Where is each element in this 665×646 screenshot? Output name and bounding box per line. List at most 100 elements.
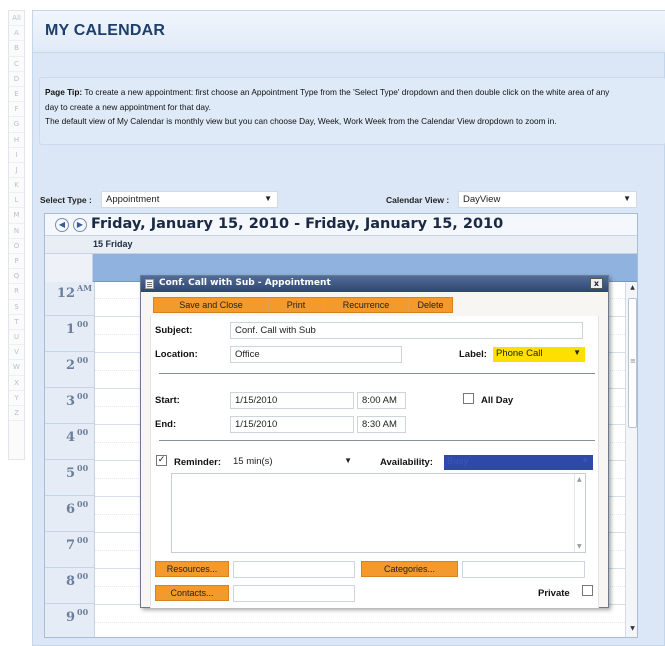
alphabet-letter[interactable]: V [9,345,24,361]
hour-number: 1 [65,322,75,337]
calendar-view-dropdown[interactable]: DayView ▼ [458,191,637,208]
notes-textarea[interactable]: ▲ ▼ [171,473,586,553]
tip-line-1: Page Tip: To create a new appointment: f… [45,87,609,97]
end-date-field[interactable]: 1/15/2010 [230,416,354,433]
alphabet-letter[interactable]: K [9,178,24,194]
hour-suffix: 00 [77,391,89,401]
all-day-label: All Day [481,395,514,406]
end-time-field[interactable]: 8:30 AM [357,416,406,433]
hour-suffix: 00 [77,499,89,509]
hour-label: 3 00 [45,388,95,424]
start-time-field[interactable]: 8:00 AM [357,392,406,409]
chevron-down-icon: ▼ [264,194,272,203]
delete-button[interactable]: Delete [409,298,452,312]
resources-field[interactable] [233,561,355,578]
end-label: End: [155,419,177,430]
chevron-down-icon: ▼ [573,348,581,357]
calendar-view-label: Calendar View : [386,195,450,205]
scroll-down-icon[interactable]: ▼ [577,543,582,550]
label-dropdown[interactable]: Phone Call ▼ [493,347,585,362]
recurrence-button[interactable]: Recurrence [324,298,409,312]
contacts-field[interactable] [233,585,355,602]
alphabet-letter[interactable]: M [9,208,24,224]
tip-text-1: To create a new appointment: first choos… [82,87,610,97]
alphabet-letter[interactable]: D [9,72,24,87]
alphabet-letter[interactable]: B [9,41,24,57]
page-tip: Page Tip: To create a new appointment: f… [39,77,665,145]
dialog-title-bar[interactable]: Conf. Call with Sub - Appointment x [141,276,608,292]
alphabet-letter[interactable]: H [9,133,24,148]
subject-label: Subject: [155,325,193,336]
alphabet-letter[interactable]: Z [9,406,24,422]
hour-label: 2 00 [45,352,95,388]
private-checkbox[interactable] [582,585,593,596]
dialog-body: Subject: Conf. Call with Sub Location: O… [150,316,599,608]
alphabet-letter[interactable]: W [9,360,24,376]
all-day-checkbox[interactable] [463,393,474,404]
page-title: MY CALENDAR [45,22,166,39]
reminder-checkbox[interactable]: ✓ [156,455,167,466]
alphabet-letter[interactable]: A [9,26,24,42]
start-label: Start: [155,395,180,406]
label-value: Phone Call [496,348,543,359]
select-type-dropdown[interactable]: Appointment ▼ [101,191,278,208]
alphabet-letter[interactable]: G [9,117,24,133]
location-field[interactable]: Office [230,346,402,363]
grip-icon: ≡ [630,357,636,365]
previous-arrow-icon[interactable]: ◀ [55,218,69,232]
subject-field[interactable]: Conf. Call with Sub [230,322,583,339]
dialog-toolbar: Save and Close Print Recurrence Delete [153,297,453,313]
resources-button[interactable]: Resources... [155,561,229,577]
alphabet-letter[interactable]: J [9,163,24,179]
hour-number: 7 [65,538,75,553]
alphabet-letter[interactable]: X [9,376,24,391]
availability-dropdown[interactable]: Busy ▼ [444,455,593,470]
hour-number: 6 [65,502,75,517]
scroll-up-icon[interactable]: ▲ [577,476,582,483]
hour-suffix: 00 [77,355,89,365]
alphabet-letter[interactable]: N [9,224,24,239]
alphabet-letter[interactable]: U [9,330,24,346]
hour-label: 7 00 [45,532,95,568]
alphabet-letter[interactable]: R [9,284,24,300]
next-arrow-icon[interactable]: ▶ [73,218,87,232]
hour-suffix: 00 [77,571,89,581]
alphabet-letter[interactable]: F [9,102,24,118]
alphabet-letter[interactable]: P [9,254,24,270]
print-button[interactable]: Print [269,298,324,312]
alphabet-letter[interactable]: O [9,239,24,254]
save-and-close-button[interactable]: Save and Close [154,298,269,312]
hour-suffix: 00 [77,535,89,545]
calendar-scrollbar[interactable]: ▲ ≡ ▼ [625,282,637,637]
scroll-up-icon[interactable]: ▲ [626,284,637,296]
alphabet-letter[interactable]: Q [9,269,24,285]
notes-scrollbar[interactable]: ▲ ▼ [574,474,585,552]
time-gutter: 12 AM 1 00 2 00 3 00 4 00 5 00 6 00 7 00 8 00 9 00 [45,282,95,637]
categories-button[interactable]: Categories... [361,561,458,577]
reminder-value: 15 min(s) [233,456,273,467]
alphabet-letter[interactable]: C [9,57,24,72]
hour-suffix: 00 [77,607,89,617]
contacts-button[interactable]: Contacts... [155,585,229,601]
scroll-down-icon[interactable]: ▼ [626,625,637,637]
alphabet-letter[interactable]: S [9,300,24,315]
categories-field[interactable] [462,561,585,578]
private-label: Private [538,588,570,599]
scroll-thumb[interactable]: ≡ [628,298,637,428]
hour-number: 9 [65,610,75,625]
alphabet-letter[interactable]: Y [9,391,24,406]
alphabet-letter[interactable]: All [9,11,24,27]
divider [159,373,595,374]
hour-suffix: 00 [77,319,89,329]
start-date-field[interactable]: 1/15/2010 [230,392,354,409]
day-header-label: 15 Friday [93,239,133,249]
tip-line-2: day to create a new appointment for that… [45,102,211,112]
hour-label: 8 00 [45,568,95,604]
alphabet-letter[interactable]: L [9,193,24,209]
chevron-down-icon: ▼ [344,456,352,465]
alphabet-letter[interactable]: E [9,87,24,103]
close-button[interactable]: x [590,278,603,289]
alphabet-letter[interactable]: I [9,148,24,163]
reminder-dropdown[interactable]: 15 min(s) ▼ [230,455,356,470]
alphabet-letter[interactable]: T [9,315,24,330]
